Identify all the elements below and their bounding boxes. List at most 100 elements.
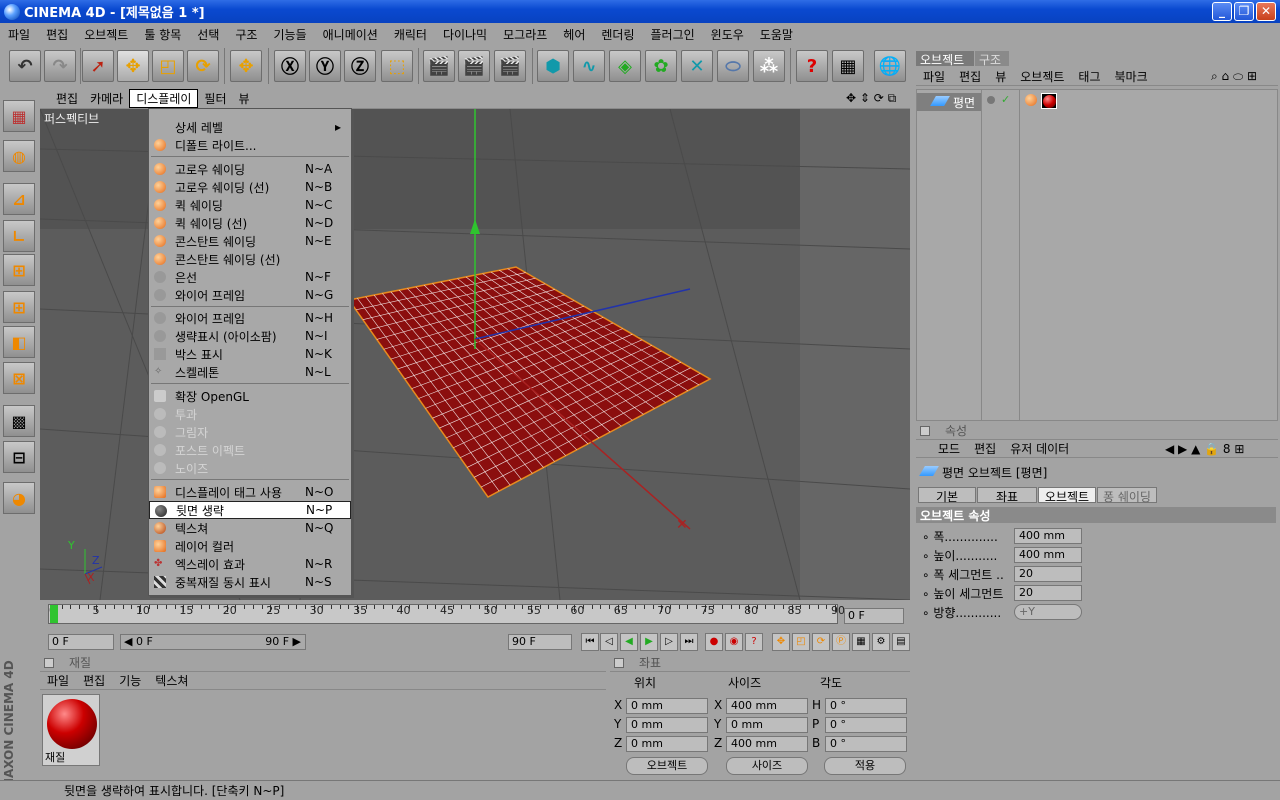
polygons-mode-icon[interactable]: ◧ <box>3 326 35 358</box>
height-segments-field[interactable]: 20 <box>1014 585 1082 601</box>
scale-icon[interactable]: ◰ <box>152 50 184 82</box>
workplane-icon[interactable]: ⊟ <box>3 441 35 473</box>
range-slider[interactable]: ◀ 0 F 90 F ▶ <box>120 634 306 650</box>
pos-y-field[interactable]: 0 mm <box>626 717 708 733</box>
menu-objects[interactable]: 오브젝트 <box>76 26 136 43</box>
menu-hair[interactable]: 헤어 <box>555 26 593 43</box>
material-tag-icon[interactable] <box>1041 93 1057 109</box>
height-field[interactable]: 400 mm <box>1014 547 1082 563</box>
prev-key-icon[interactable]: ◁ <box>600 633 618 651</box>
check-icon[interactable]: ✓ <box>1001 93 1010 106</box>
axis-mode-icon[interactable]: ∟ <box>3 220 35 252</box>
menu-edit[interactable]: 편집 <box>38 26 76 43</box>
viewport-menu-edit[interactable]: 편집 <box>50 90 84 107</box>
menu-item-isoparms[interactable]: 생략표시 (아이소팜) N~I <box>149 327 351 345</box>
menu-item-multi-material[interactable]: 중복재질 동시 표시 N~S <box>149 573 351 591</box>
visibility-dot-icon[interactable] <box>987 96 995 104</box>
attr-tab-basic[interactable]: 기본 <box>918 487 976 504</box>
y-axis-icon[interactable]: Ⓨ <box>309 50 341 82</box>
rot-b-field[interactable]: 0 ° <box>825 736 907 752</box>
tab-objects[interactable]: 오브젝트 <box>916 51 974 67</box>
start-frame-field[interactable]: 0 F <box>48 634 114 650</box>
size-y-field[interactable]: 0 mm <box>726 717 808 733</box>
play-forward-icon[interactable]: ▶ <box>640 633 658 651</box>
orientation-dropdown[interactable]: +Y <box>1014 604 1082 620</box>
minimize-button[interactable]: _ <box>1212 2 1232 21</box>
timeline-settings-icon[interactable]: ⚙ <box>872 633 890 651</box>
om-menu-objects[interactable]: 오브젝트 <box>1013 68 1071 85</box>
model-mode-icon[interactable]: ⊿ <box>3 183 35 215</box>
attr-nav-icons[interactable]: ◀ ▶ ▲ 🔒 8 ⊞ <box>1158 442 1251 456</box>
menu-item-constant-lines[interactable]: 콘스탄트 쉐이딩 (선) <box>149 250 351 268</box>
object-mode-icon[interactable]: ◍ <box>3 140 35 172</box>
rotate-icon[interactable]: ⟳ <box>187 50 219 82</box>
viewport-menu-camera[interactable]: 카메라 <box>84 90 129 107</box>
web-icon[interactable]: 🌐 <box>874 50 906 82</box>
move-icon[interactable]: ✥ <box>117 50 149 82</box>
attr-menu-edit[interactable]: 편집 <box>967 440 1003 457</box>
om-menu-tags[interactable]: 태그 <box>1071 68 1107 85</box>
render-settings-icon[interactable]: 🎬 <box>494 50 526 82</box>
attr-tab-phong[interactable]: 퐁 쉐이딩 <box>1097 487 1157 504</box>
pos-z-field[interactable]: 0 mm <box>626 736 708 752</box>
help-icon[interactable]: ? <box>796 50 828 82</box>
menu-selection[interactable]: 선택 <box>189 26 227 43</box>
attr-menu-user-data[interactable]: 유저 데이터 <box>1003 440 1076 457</box>
spline-icon[interactable]: ∿ <box>573 50 605 82</box>
pos-x-field[interactable]: 0 mm <box>626 698 708 714</box>
sculpt-icon[interactable]: ◕ <box>3 482 35 514</box>
undo-icon[interactable]: ↶ <box>9 50 41 82</box>
key-param-icon[interactable]: Ⓟ <box>832 633 850 651</box>
menu-file[interactable]: 파일 <box>0 26 38 43</box>
next-key-icon[interactable]: ▷ <box>660 633 678 651</box>
material-menu-texture[interactable]: 텍스쳐 <box>148 672 195 689</box>
object-list[interactable]: 평면 ✓ <box>916 89 1278 421</box>
attr-menu-mode[interactable]: 모드 <box>916 440 967 457</box>
viewport-nav-icons[interactable]: ✥ ⇕ ⟳ ⧉ <box>840 91 902 106</box>
attr-tab-object[interactable]: 오브젝트 <box>1038 487 1096 504</box>
menu-window[interactable]: 윈도우 <box>703 26 752 43</box>
menu-item-use-display-tag[interactable]: 디스플레이 태그 사용 N~O <box>149 483 351 501</box>
render-picture-viewer-icon[interactable]: 🎬 <box>458 50 490 82</box>
viewport-menu-display[interactable]: 디스플레이 <box>129 89 199 108</box>
om-search-icon[interactable]: ⌕ ⌂ ⬭ ⊞ <box>1204 69 1264 84</box>
key-pos-icon[interactable]: ✥ <box>772 633 790 651</box>
menu-item-default-light[interactable]: 디폴트 라이트... <box>149 136 351 154</box>
key-rot-icon[interactable]: ⟳ <box>812 633 830 651</box>
render-view-icon[interactable]: 🎬 <box>423 50 455 82</box>
menu-item-quick-lines[interactable]: 퀵 쉐이딩 (선) N~D <box>149 214 351 232</box>
menu-mograph[interactable]: 모그라프 <box>495 26 555 43</box>
menu-help[interactable]: 도움말 <box>752 26 801 43</box>
live-select-icon[interactable]: ➚ <box>82 50 114 82</box>
z-axis-icon[interactable]: Ⓩ <box>344 50 376 82</box>
restore-button[interactable]: ❐ <box>1234 2 1254 21</box>
viewport-menu-filter[interactable]: 필터 <box>198 90 232 107</box>
texture-mode-icon[interactable]: ⊠ <box>3 362 35 394</box>
current-frame-field[interactable]: 0 F <box>844 608 904 624</box>
om-menu-edit[interactable]: 편집 <box>952 68 988 85</box>
edges-mode-icon[interactable]: ⊞ <box>3 291 35 323</box>
menu-item-wireframe-h[interactable]: 와이어 프레임 N~H <box>149 309 351 327</box>
apply-button[interactable]: 적용 <box>824 757 906 775</box>
size-z-field[interactable]: 400 mm <box>726 736 808 752</box>
width-segments-field[interactable]: 20 <box>1014 566 1082 582</box>
menu-item-enhanced-opengl[interactable]: 확장 OpenGL <box>149 387 351 405</box>
x-axis-icon[interactable]: Ⓧ <box>274 50 306 82</box>
cube-icon[interactable]: ⬢ <box>537 50 569 82</box>
coord-size-dropdown[interactable]: 사이즈 <box>726 757 808 775</box>
timeline-ruler[interactable]: 051015202530354045505560657075808590 <box>48 604 845 624</box>
rot-p-field[interactable]: 0 ° <box>825 717 907 733</box>
attr-tab-coord[interactable]: 좌표 <box>977 487 1037 504</box>
menu-render[interactable]: 렌더링 <box>593 26 642 43</box>
key-scale-icon[interactable]: ◰ <box>792 633 810 651</box>
menu-item-xray[interactable]: ✤ 엑스레이 효과 N~R <box>149 555 351 573</box>
menu-item-hidden-line[interactable]: 은선 N~F <box>149 268 351 286</box>
menu-item-skeleton[interactable]: ✧ 스켈레톤 N~L <box>149 363 351 381</box>
menu-item-constant[interactable]: 콘스탄트 쉐이딩 N~E <box>149 232 351 250</box>
tab-structure[interactable]: 구조 <box>975 51 1009 67</box>
menu-character[interactable]: 캐릭터 <box>386 26 435 43</box>
record-icon[interactable]: ● <box>705 633 723 651</box>
object-name[interactable]: 평면 <box>953 94 975 111</box>
particle-icon[interactable]: ⁂ <box>753 50 785 82</box>
width-field[interactable]: 400 mm <box>1014 528 1082 544</box>
